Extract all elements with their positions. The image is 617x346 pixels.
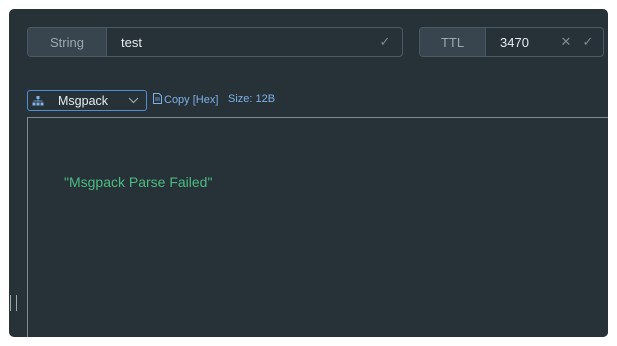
- format-select[interactable]: Msgpack: [27, 90, 147, 111]
- copy-hex-label: Copy [Hex]: [164, 94, 219, 106]
- format-select-value: Msgpack: [58, 93, 109, 108]
- resize-handle[interactable]: [10, 295, 17, 311]
- value-editor-panel: String test ✓ TTL 3470 ✕ ✓ Msgpack Copy …: [9, 9, 608, 337]
- key-type-label: String: [28, 28, 107, 56]
- check-icon[interactable]: ✓: [374, 28, 396, 56]
- value-editor[interactable]: "Msgpack Parse Failed": [27, 117, 608, 337]
- key-type-group: String test ✓: [27, 27, 403, 57]
- close-icon[interactable]: ✕: [555, 28, 577, 56]
- ttl-label: TTL: [420, 28, 486, 56]
- key-name-input[interactable]: test: [107, 28, 374, 56]
- copy-hex-link[interactable]: Copy [Hex]: [153, 93, 218, 107]
- ttl-input[interactable]: 3470: [486, 28, 555, 56]
- ttl-group: TTL 3470 ✕ ✓: [419, 27, 604, 57]
- check-icon[interactable]: ✓: [577, 28, 599, 56]
- editor-content: "Msgpack Parse Failed": [64, 174, 213, 190]
- size-info: Size: 12B: [228, 93, 276, 105]
- tree-icon: [28, 95, 48, 106]
- chevron-down-icon: [120, 97, 146, 104]
- file-icon: [153, 93, 162, 107]
